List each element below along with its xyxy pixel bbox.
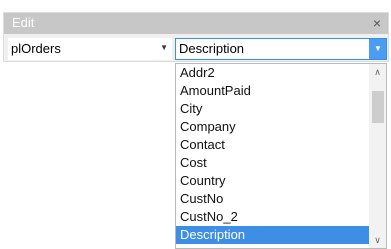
dropdown-option[interactable]: Addr2 xyxy=(176,64,370,82)
dropdown-options: Addr2 AmountPaid City Company Contact Cost Cou… xyxy=(176,64,370,244)
field-select-value: Description xyxy=(179,41,245,56)
dropdown-option[interactable]: City xyxy=(176,100,370,118)
field-dropdown-list: Addr2 AmountPaid City Company Contact Cost Cou… xyxy=(175,63,387,249)
chevron-down-icon[interactable]: ▼ xyxy=(160,43,168,52)
panel-title: Edit xyxy=(12,15,35,30)
dropdown-option[interactable]: Company xyxy=(176,118,370,136)
dropdown-option[interactable]: CustNo_2 xyxy=(176,208,370,226)
dropdown-option[interactable]: CustNo xyxy=(176,190,370,208)
dropdown-option[interactable]: Description xyxy=(176,226,370,244)
chevron-down-icon[interactable]: ∨ xyxy=(369,232,386,248)
dropdown-option[interactable]: Cost xyxy=(176,154,370,172)
dropdown-scrollbar[interactable]: ∧ ∨ xyxy=(369,64,386,248)
scrollbar-thumb[interactable] xyxy=(372,91,384,123)
close-icon[interactable]: × xyxy=(373,14,381,32)
dropdown-option[interactable]: AmountPaid xyxy=(176,82,370,100)
field-select[interactable]: Description ▼ xyxy=(175,38,387,60)
field-select-dropdown-button[interactable]: ▼ xyxy=(369,39,386,59)
panel-title-bar: Edit × xyxy=(4,13,388,34)
dropdown-option[interactable]: Contact xyxy=(176,136,370,154)
edit-window: Edit × plOrders ▼ Description ▼ Addr2 Amo… xyxy=(0,0,391,249)
chevron-down-icon: ▼ xyxy=(374,44,382,53)
table-select-value: plOrders xyxy=(11,41,61,56)
dropdown-option[interactable]: Country xyxy=(176,172,370,190)
chevron-up-icon[interactable]: ∧ xyxy=(369,64,386,80)
table-select[interactable]: plOrders ▼ xyxy=(8,38,172,60)
